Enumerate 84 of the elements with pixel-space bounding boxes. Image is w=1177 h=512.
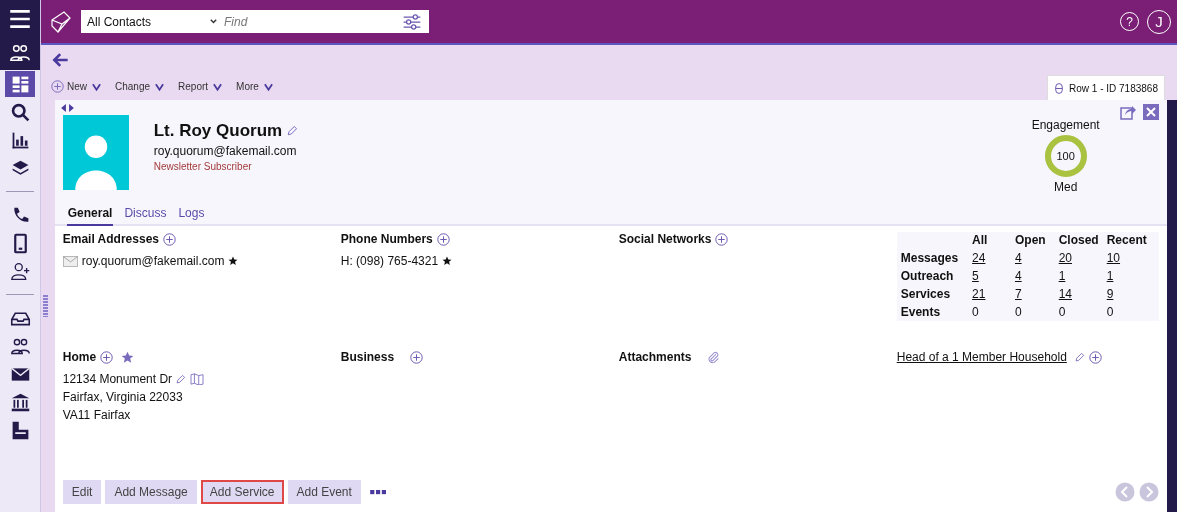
action-button[interactable]: Add Service	[200, 480, 284, 504]
count-link[interactable]: 20	[1058, 251, 1073, 265]
email-address: roy.quorum@fakemail.com	[81, 254, 225, 268]
toolbar-menu[interactable]: Change	[115, 80, 165, 93]
count-link[interactable]: 21	[972, 287, 986, 301]
count-link[interactable]: 5	[972, 269, 979, 283]
action-button[interactable]: Edit	[62, 480, 102, 504]
add-icon[interactable]	[410, 350, 424, 364]
chevron-down-icon[interactable]	[209, 17, 218, 26]
toolbar-menu[interactable]: More	[236, 80, 273, 93]
count: 0	[1106, 305, 1114, 319]
column-header: Recent	[1106, 232, 1148, 249]
pencil-icon[interactable]	[1073, 351, 1085, 363]
view-select[interactable]: All Contacts	[87, 14, 205, 29]
more-dots-icon[interactable]	[368, 489, 388, 495]
row-label: Events	[900, 303, 973, 321]
count-link[interactable]: 4	[1014, 251, 1022, 265]
contact-name: Lt. Roy Quorum	[153, 121, 283, 141]
address-line: Fairfax, Virginia 22033	[62, 390, 183, 404]
search-field[interactable]: All Contacts Find	[81, 10, 429, 33]
count: 0	[972, 305, 979, 319]
address-line: VA11 Fairfax	[62, 408, 131, 422]
action-button[interactable]: Add Message	[105, 480, 197, 504]
add-icon[interactable]	[436, 232, 450, 246]
section-title: Business	[340, 350, 395, 364]
tab[interactable]: Discuss	[123, 203, 168, 224]
count-link[interactable]: 1	[1106, 269, 1114, 283]
count-link[interactable]: 4	[1014, 269, 1022, 283]
expand-arrows-icon[interactable]	[60, 104, 74, 112]
column-header: All	[972, 232, 1015, 249]
pencil-icon[interactable]	[175, 373, 187, 385]
chevron-down-icon	[92, 82, 101, 91]
section-title: Attachments	[618, 350, 692, 364]
toolbar-menu[interactable]: New	[51, 80, 101, 93]
record-tab[interactable]: Row 1 - ID 7183868	[1047, 75, 1165, 100]
contact-email: roy.quorum@fakemail.com	[153, 144, 298, 158]
close-icon[interactable]	[1142, 104, 1159, 120]
add-icon[interactable]	[715, 232, 729, 246]
chevron-down-icon	[213, 82, 223, 91]
row-label: Outreach	[900, 267, 973, 285]
dashboard-icon[interactable]	[5, 71, 35, 97]
tab[interactable]: General	[66, 203, 114, 226]
column-header: Open	[1014, 232, 1059, 249]
count-link[interactable]: 9	[1106, 287, 1114, 301]
section-title: Email Addresses	[62, 232, 159, 246]
engagement-rating: Med	[1054, 180, 1078, 194]
add-icon	[51, 80, 64, 93]
address-line: 12134 Monument Dr	[62, 372, 173, 386]
map-icon[interactable]	[190, 373, 205, 385]
engagement-gauge: 100	[1043, 134, 1088, 178]
resize-grip-icon[interactable]	[43, 295, 48, 317]
people-icon[interactable]	[9, 42, 31, 64]
count-link[interactable]: 10	[1106, 251, 1121, 265]
count-link[interactable]: 24	[972, 251, 986, 265]
scrollbar[interactable]	[1166, 100, 1177, 512]
column-header: Closed	[1058, 232, 1107, 249]
share-icon[interactable]	[1119, 104, 1136, 120]
count: 0	[1058, 305, 1066, 319]
household-link[interactable]: Head of a 1 Member Household	[896, 350, 1067, 364]
count: 0	[1014, 305, 1022, 319]
filter-sliders-icon[interactable]	[401, 11, 423, 32]
add-icon[interactable]	[100, 350, 114, 364]
pencil-icon[interactable]	[286, 125, 299, 137]
row-label: Services	[900, 285, 973, 303]
count-link[interactable]: 7	[1014, 287, 1022, 301]
phone-number: H: (098) 765-4321	[340, 254, 439, 268]
engagement-label: Engagement	[1031, 118, 1100, 132]
add-icon[interactable]	[1088, 350, 1102, 364]
chevron-down-icon	[155, 82, 165, 91]
chevron-down-icon	[263, 82, 273, 91]
count-link[interactable]: 14	[1058, 287, 1073, 301]
tab[interactable]: Logs	[177, 203, 206, 224]
section-title: Social Networks	[618, 232, 712, 246]
count-link[interactable]: 1	[1058, 269, 1066, 283]
add-icon[interactable]	[163, 232, 176, 246]
row-label: Messages	[900, 249, 973, 267]
star-icon[interactable]	[121, 350, 135, 364]
section-title: Phone Numbers	[340, 232, 433, 246]
subscriber-tag: Newsletter Subscriber	[153, 161, 299, 172]
section-title: Home	[62, 350, 97, 364]
toolbar-menu[interactable]: Report	[178, 80, 223, 93]
paperclip-icon[interactable]	[707, 350, 721, 364]
action-button[interactable]: Add Event	[287, 480, 361, 504]
envelope-icon	[62, 255, 78, 267]
